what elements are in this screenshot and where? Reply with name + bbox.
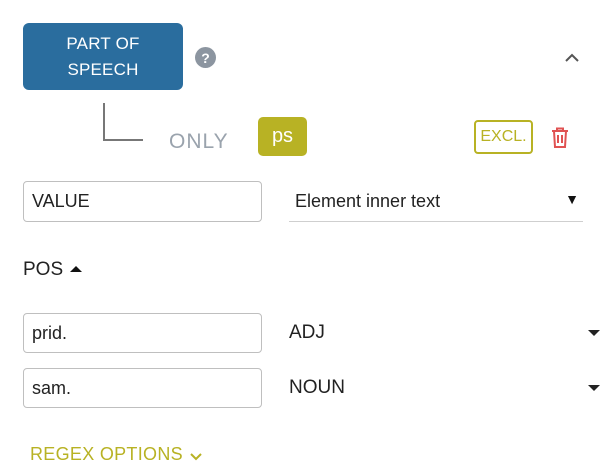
pos-section-title[interactable]: POS — [23, 259, 63, 281]
regex-options-toggle[interactable]: REGEX OPTIONS — [30, 444, 183, 465]
pos-input[interactable]: sam. — [23, 368, 262, 408]
only-label: ONLY — [169, 130, 229, 153]
value-field[interactable]: VALUE — [23, 181, 262, 222]
chevron-up-icon[interactable] — [563, 52, 581, 64]
dropdown-arrow-icon: ▼ — [565, 191, 579, 207]
tree-connector — [103, 103, 143, 141]
help-icon[interactable]: ? — [195, 47, 216, 68]
pos-tag-select[interactable]: ADJ — [289, 322, 325, 344]
source-select[interactable]: Element inner text ▼ — [289, 181, 583, 222]
source-select-value: Element inner text — [295, 190, 441, 211]
trash-icon[interactable] — [549, 126, 571, 149]
ps-tag-badge[interactable]: ps — [258, 117, 307, 156]
exclude-button[interactable]: EXCL. — [474, 120, 533, 154]
caret-down-icon[interactable] — [588, 385, 600, 391]
chevron-down-icon[interactable] — [189, 452, 203, 462]
pos-tag-select[interactable]: NOUN — [289, 377, 345, 399]
part-of-speech-button[interactable]: PART OF SPEECH — [23, 23, 183, 90]
pos-input[interactable]: prid. — [23, 313, 262, 353]
caret-down-icon[interactable] — [588, 330, 600, 336]
caret-up-icon[interactable] — [70, 266, 82, 272]
